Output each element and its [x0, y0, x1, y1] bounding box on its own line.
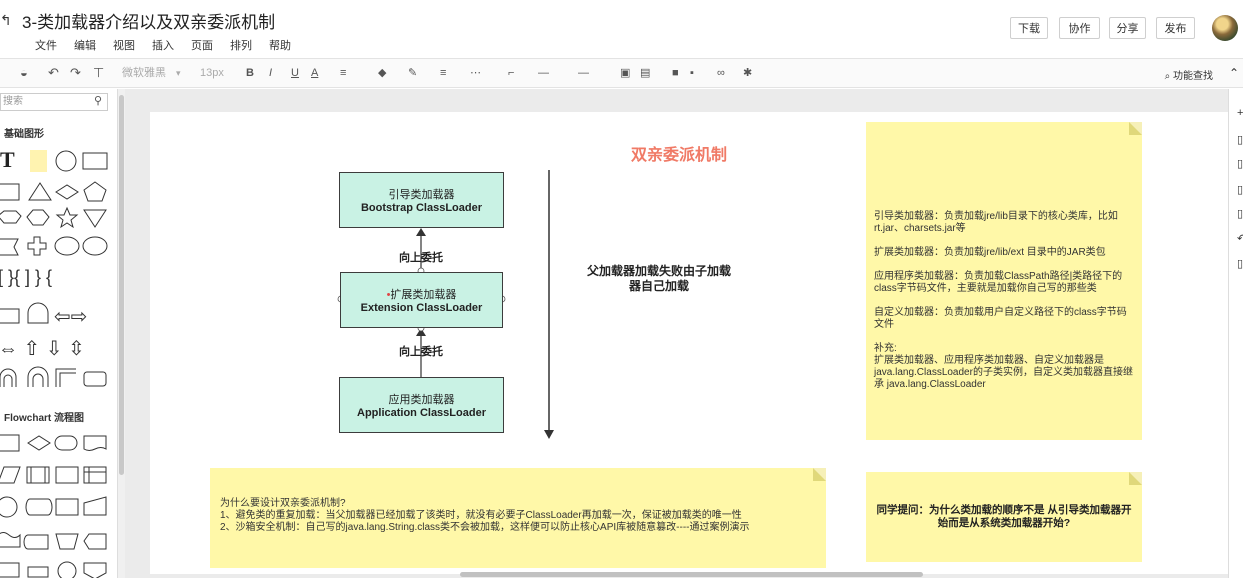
box-application-en: Application ClassLoader — [357, 407, 486, 419]
box-extension-cn-text: 扩展类加载器 — [390, 289, 457, 301]
note-line: 引导类加载器：负责加载jre/lib目录下的核心类库，比如rt.jar、char… — [874, 211, 1118, 234]
box-extension-en: Extension ClassLoader — [360, 302, 483, 314]
edge-label-bottom[interactable]: 向上委托 — [399, 343, 443, 359]
question-note-text: 同学提问：为什么类加载的顺序不是 从引导类加载器开始而是从系统类加载器开始? — [876, 504, 1132, 529]
sticky-fold — [813, 468, 826, 481]
box-bootstrap-loader[interactable]: 引导类加载器 Bootstrap ClassLoader — [339, 172, 504, 228]
note-line: 补充: — [874, 343, 897, 354]
why-note-text: 为什么要设计双亲委派机制? 1、避免类的重复加载：当父加载器已经加载了该类时，就… — [220, 498, 820, 534]
sticky-note-loaders[interactable]: 引导类加载器：负责加载jre/lib目录下的核心类库，比如rt.jar、char… — [866, 122, 1142, 440]
box-application-loader[interactable]: 应用类加载器 Application ClassLoader — [339, 377, 504, 433]
note-line: 应用程序类加载器：负责加载ClassPath路径|类路径下的class字节码文件… — [874, 271, 1123, 294]
box-application-cn: 应用类加载器 — [388, 394, 455, 406]
sticky-note-question[interactable]: 同学提问：为什么类加载的顺序不是 从引导类加载器开始而是从系统类加载器开始? — [866, 472, 1142, 562]
note-spacer — [874, 295, 1136, 307]
note-line: 为什么要设计双亲委派机制? — [220, 498, 346, 509]
note-line: 自定义加载器：负责加载用户自定义路径下的class字节码文件 — [874, 307, 1127, 330]
box-bootstrap-en: Bootstrap ClassLoader — [360, 202, 483, 214]
edge-label-top[interactable]: 向上委托 — [399, 249, 443, 265]
note-spacer — [874, 259, 1136, 271]
box-bootstrap-cn: 引导类加载器 — [388, 189, 455, 201]
sticky-fold — [1129, 472, 1142, 485]
note-line: 2、沙箱安全机制：自己写的java.lang.String.class类不会被加… — [220, 522, 750, 533]
sticky-fold — [1129, 122, 1142, 135]
note-line: 扩展类加载器、应用程序类加载器、自定义加载器是java.lang.ClassLo… — [874, 355, 1133, 390]
note-spacer — [874, 235, 1136, 247]
sticky-note-why[interactable]: 为什么要设计双亲委派机制? 1、避免类的重复加载：当父加载器已经加载了该类时，就… — [210, 468, 826, 568]
note-spacer — [874, 331, 1136, 343]
note-line: 1、避免类的重复加载：当父加载器已经加载了该类时，就没有必要子ClassLoad… — [220, 510, 742, 521]
box-extension-loader[interactable]: •扩展类加载器 Extension ClassLoader — [340, 272, 503, 328]
delegation-side-note[interactable]: 父加载器加载失败由子加载器自己加载 — [584, 264, 734, 294]
loaders-note-text: 引导类加载器：负责加载jre/lib目录下的核心类库，比如rt.jar、char… — [874, 211, 1136, 391]
box-extension-cn: •扩展类加载器 — [387, 286, 457, 302]
note-line: 扩展类加载器：负责加载jre/lib/ext 目录中的JAR类包 — [874, 247, 1106, 258]
